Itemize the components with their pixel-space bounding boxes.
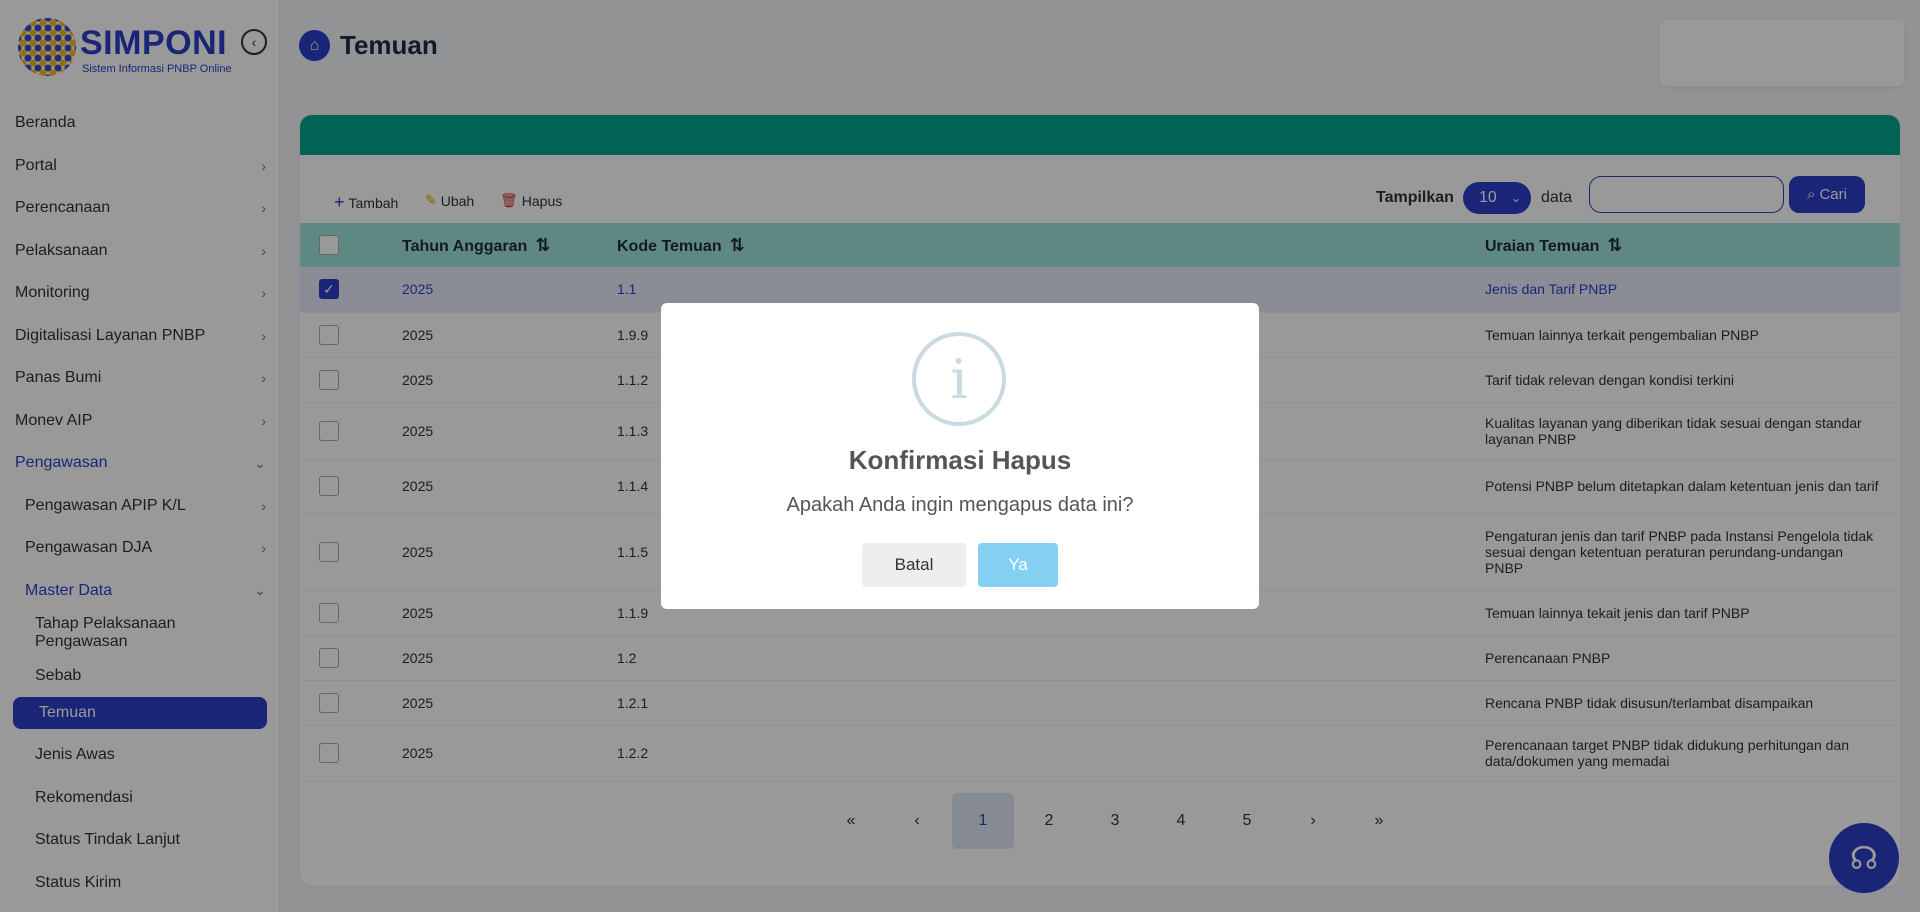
info-icon: i [912,332,1006,426]
confirm-delete-dialog: i Konfirmasi Hapus Apakah Anda ingin men… [661,303,1259,609]
modal-backdrop[interactable]: i Konfirmasi Hapus Apakah Anda ingin men… [0,0,1920,912]
dialog-title: Konfirmasi Hapus [848,445,1072,475]
dialog-message: Apakah Anda ingin mengapus data ini? [786,494,1134,516]
confirm-button[interactable]: Ya [978,543,1058,587]
cancel-button[interactable]: Batal [862,543,966,587]
